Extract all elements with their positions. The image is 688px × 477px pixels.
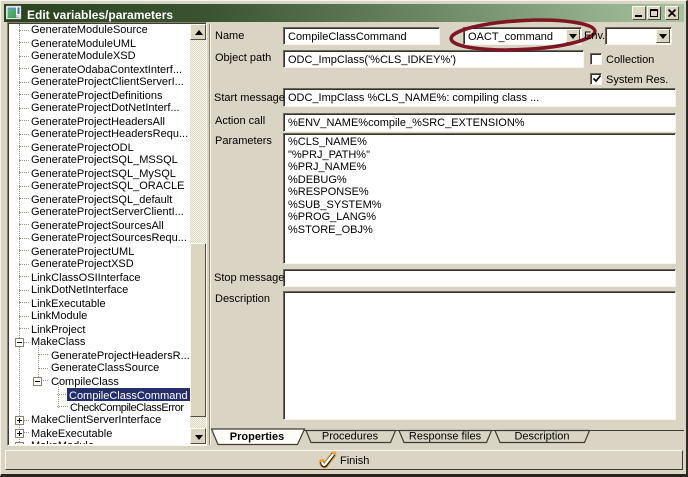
svg-text:Response files: Response files [409, 431, 482, 443]
svg-text:Properties: Properties [230, 431, 284, 443]
svg-text:Procedures: Procedures [322, 431, 379, 443]
svg-text:Description: Description [514, 431, 569, 443]
